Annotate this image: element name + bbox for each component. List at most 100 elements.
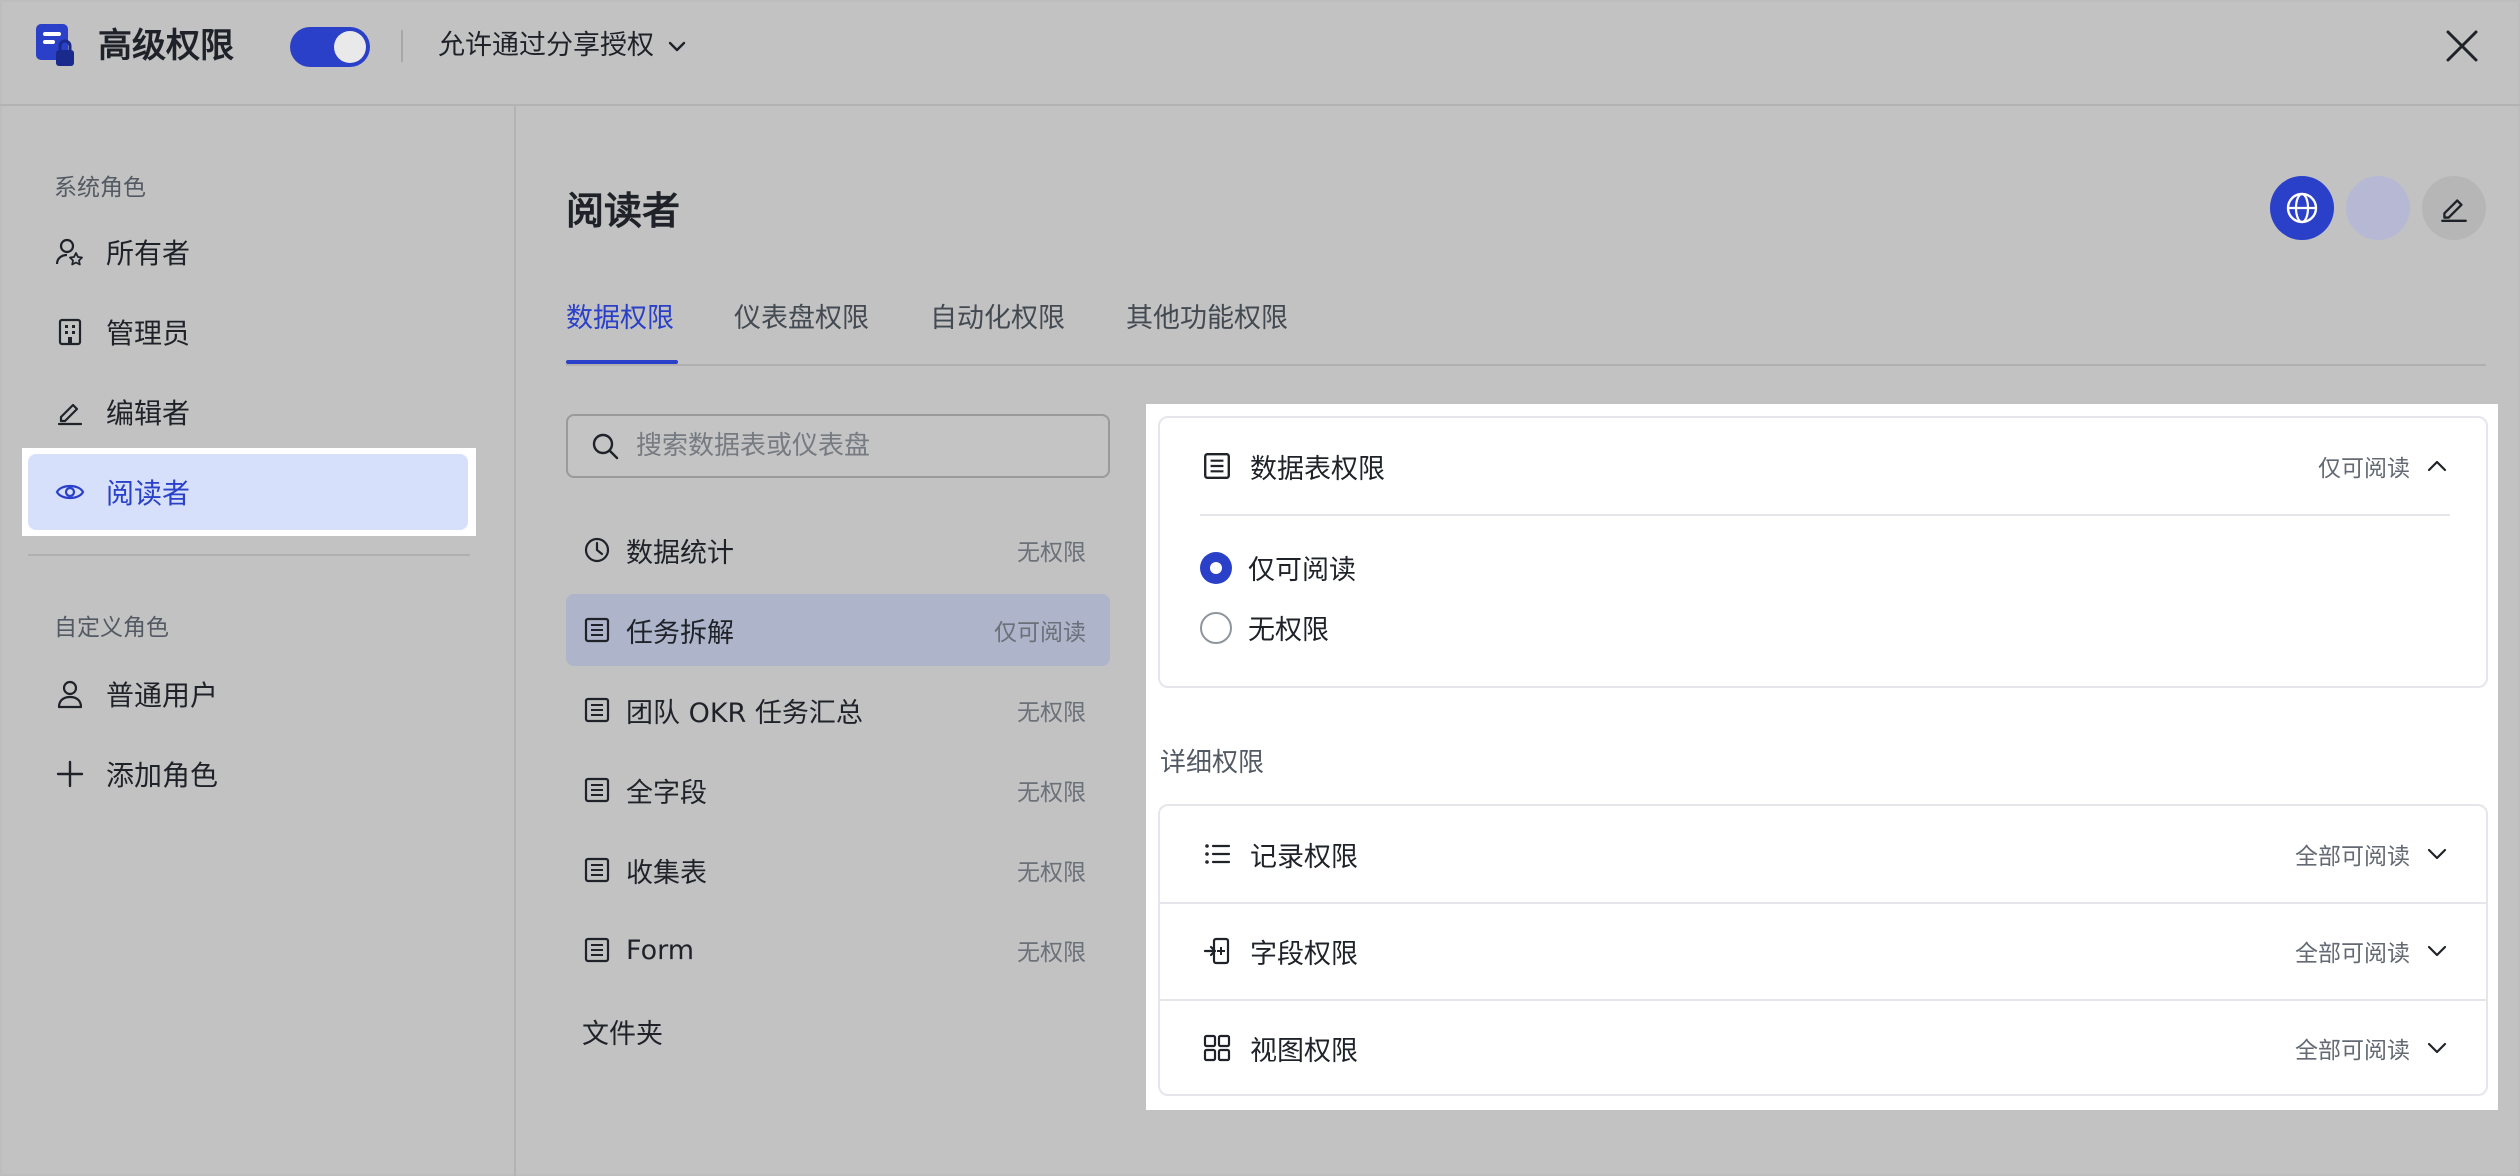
list-item-all-fields[interactable]: 全字段 无权限 bbox=[566, 754, 1110, 826]
list-icon bbox=[1200, 837, 1234, 871]
public-access-button[interactable] bbox=[2270, 176, 2334, 240]
page-title: 阅读者 bbox=[566, 189, 681, 233]
sidebar-item-label: 添加角色 bbox=[106, 759, 219, 792]
sidebar-item-label: 编辑者 bbox=[106, 397, 191, 430]
list-item-form[interactable]: Form 无权限 bbox=[566, 914, 1110, 986]
list-item-team-okr[interactable]: 团队 OKR 任务汇总 无权限 bbox=[566, 674, 1110, 746]
sidebar-item-reader[interactable]: 阅读者 bbox=[28, 454, 468, 530]
card-value: 仅可阅读 bbox=[2318, 456, 2410, 482]
toggle-knob bbox=[334, 31, 366, 63]
row-value: 全部可阅读 bbox=[2295, 1038, 2410, 1064]
sidebar-divider bbox=[28, 554, 470, 556]
edit-icon bbox=[54, 396, 86, 428]
permission-logo-icon bbox=[36, 24, 74, 66]
list-item-permission: 无权限 bbox=[1017, 780, 1086, 806]
radio-label: 仅可阅读 bbox=[1248, 555, 1356, 586]
row-title: 字段权限 bbox=[1250, 938, 1358, 970]
list-item-permission: 无权限 bbox=[1017, 940, 1086, 966]
chevron-down-icon bbox=[668, 41, 686, 52]
sidebar-item-editor[interactable]: 编辑者 bbox=[28, 374, 468, 450]
table-permission-card: 数据表权限 仅可阅读 仅可阅读 无权限 bbox=[1158, 416, 2488, 688]
detail-permission-label: 详细权限 bbox=[1160, 748, 1265, 778]
table-icon bbox=[582, 695, 612, 725]
avatar[interactable] bbox=[2346, 176, 2410, 240]
app-title: 高级权限 bbox=[98, 26, 234, 66]
chevron-up-icon bbox=[2427, 460, 2447, 472]
tab-automation-permission[interactable]: 自动化权限 bbox=[930, 296, 1065, 335]
row-value: 全部可阅读 bbox=[2295, 844, 2410, 870]
list-item-name: 团队 OKR 任务汇总 bbox=[626, 697, 863, 729]
header-bar: 高级权限 允许通过分享授权 bbox=[0, 0, 2520, 106]
radio-no-permission[interactable]: 无权限 bbox=[1200, 608, 1329, 647]
tab-dashboard-permission[interactable]: 仪表盘权限 bbox=[734, 296, 869, 335]
grid-icon bbox=[1200, 1031, 1234, 1065]
card-divider bbox=[1200, 514, 2450, 516]
owner-icon bbox=[54, 236, 86, 268]
advanced-permission-toggle[interactable] bbox=[290, 27, 370, 67]
list-item-name: 数据统计 bbox=[626, 537, 734, 569]
radio-button-checked[interactable] bbox=[1200, 551, 1232, 584]
record-permission-row[interactable]: 记录权限 全部可阅读 bbox=[1160, 806, 2486, 902]
search-input[interactable] bbox=[636, 431, 1076, 461]
dashboard-icon bbox=[582, 535, 612, 565]
tabs-divider bbox=[566, 364, 2486, 366]
table-icon bbox=[1200, 449, 1234, 483]
share-select-label: 允许通过分享授权 bbox=[438, 30, 654, 61]
field-icon bbox=[1200, 934, 1234, 968]
table-icon bbox=[582, 935, 612, 965]
custom-roles-label: 自定义角色 bbox=[54, 615, 169, 641]
edit-icon bbox=[2441, 199, 2467, 222]
folder-label[interactable]: 文件夹 bbox=[582, 1012, 663, 1051]
active-tab-indicator bbox=[566, 360, 678, 364]
sidebar-item-owner[interactable]: 所有者 bbox=[28, 214, 468, 290]
table-icon bbox=[582, 855, 612, 885]
card-title: 数据表权限 bbox=[1250, 453, 1385, 485]
sidebar-item-label: 普通用户 bbox=[106, 679, 219, 712]
globe-icon bbox=[2286, 192, 2318, 224]
list-item-data-stats[interactable]: 数据统计 无权限 bbox=[566, 514, 1110, 586]
list-item-permission: 无权限 bbox=[1017, 860, 1086, 886]
list-item-name: 全字段 bbox=[626, 777, 707, 809]
list-item-permission: 无权限 bbox=[1017, 700, 1086, 726]
building-icon bbox=[54, 316, 86, 348]
list-item-name: Form bbox=[626, 934, 695, 966]
sidebar-item-normal-user[interactable]: 普通用户 bbox=[28, 656, 468, 732]
sidebar-item-label: 所有者 bbox=[106, 237, 191, 270]
chevron-down-icon bbox=[2427, 848, 2447, 860]
radio-read-only[interactable]: 仅可阅读 bbox=[1200, 548, 1356, 587]
user-icon bbox=[54, 678, 86, 710]
list-item-permission: 仅可阅读 bbox=[994, 620, 1086, 646]
radio-button-unchecked[interactable] bbox=[1200, 611, 1232, 644]
tab-other-permission[interactable]: 其他功能权限 bbox=[1126, 296, 1288, 335]
table-icon bbox=[582, 615, 612, 645]
chevron-down-icon bbox=[2427, 945, 2447, 957]
table-search-box bbox=[566, 414, 1110, 478]
sidebar-item-label: 管理员 bbox=[106, 317, 191, 350]
share-authorization-select[interactable]: 允许通过分享授权 bbox=[438, 26, 688, 66]
list-item-task-breakdown[interactable]: 任务拆解 仅可阅读 bbox=[566, 594, 1110, 666]
header-divider bbox=[401, 30, 403, 62]
chevron-down-icon bbox=[2427, 1042, 2447, 1054]
table-icon bbox=[582, 775, 612, 805]
list-item-name: 收集表 bbox=[626, 857, 707, 889]
edit-role-button[interactable] bbox=[2422, 176, 2486, 240]
search-icon bbox=[592, 433, 619, 460]
table-permission-header[interactable]: 数据表权限 仅可阅读 bbox=[1160, 418, 2486, 514]
tab-data-permission[interactable]: 数据权限 bbox=[566, 296, 674, 335]
sidebar-item-label: 阅读者 bbox=[106, 477, 191, 510]
row-title: 记录权限 bbox=[1250, 841, 1358, 873]
add-role-button[interactable]: 添加角色 bbox=[28, 736, 468, 812]
radio-label: 无权限 bbox=[1248, 615, 1329, 646]
list-item-permission: 无权限 bbox=[1017, 540, 1086, 566]
view-permission-row[interactable]: 视图权限 全部可阅读 bbox=[1160, 1000, 2486, 1096]
row-title: 视图权限 bbox=[1250, 1035, 1358, 1067]
detail-permission-card: 记录权限 全部可阅读 字段权限 全部可阅读 视图权限 全部可阅读 bbox=[1158, 804, 2488, 1096]
row-value: 全部可阅读 bbox=[2295, 941, 2410, 967]
sidebar-item-admin[interactable]: 管理员 bbox=[28, 294, 468, 370]
list-item-name: 任务拆解 bbox=[626, 617, 734, 649]
plus-icon bbox=[54, 758, 86, 790]
close-icon[interactable] bbox=[2440, 24, 2484, 68]
list-item-collection-form[interactable]: 收集表 无权限 bbox=[566, 834, 1110, 906]
system-roles-label: 系统角色 bbox=[54, 175, 146, 201]
field-permission-row[interactable]: 字段权限 全部可阅读 bbox=[1160, 903, 2486, 999]
